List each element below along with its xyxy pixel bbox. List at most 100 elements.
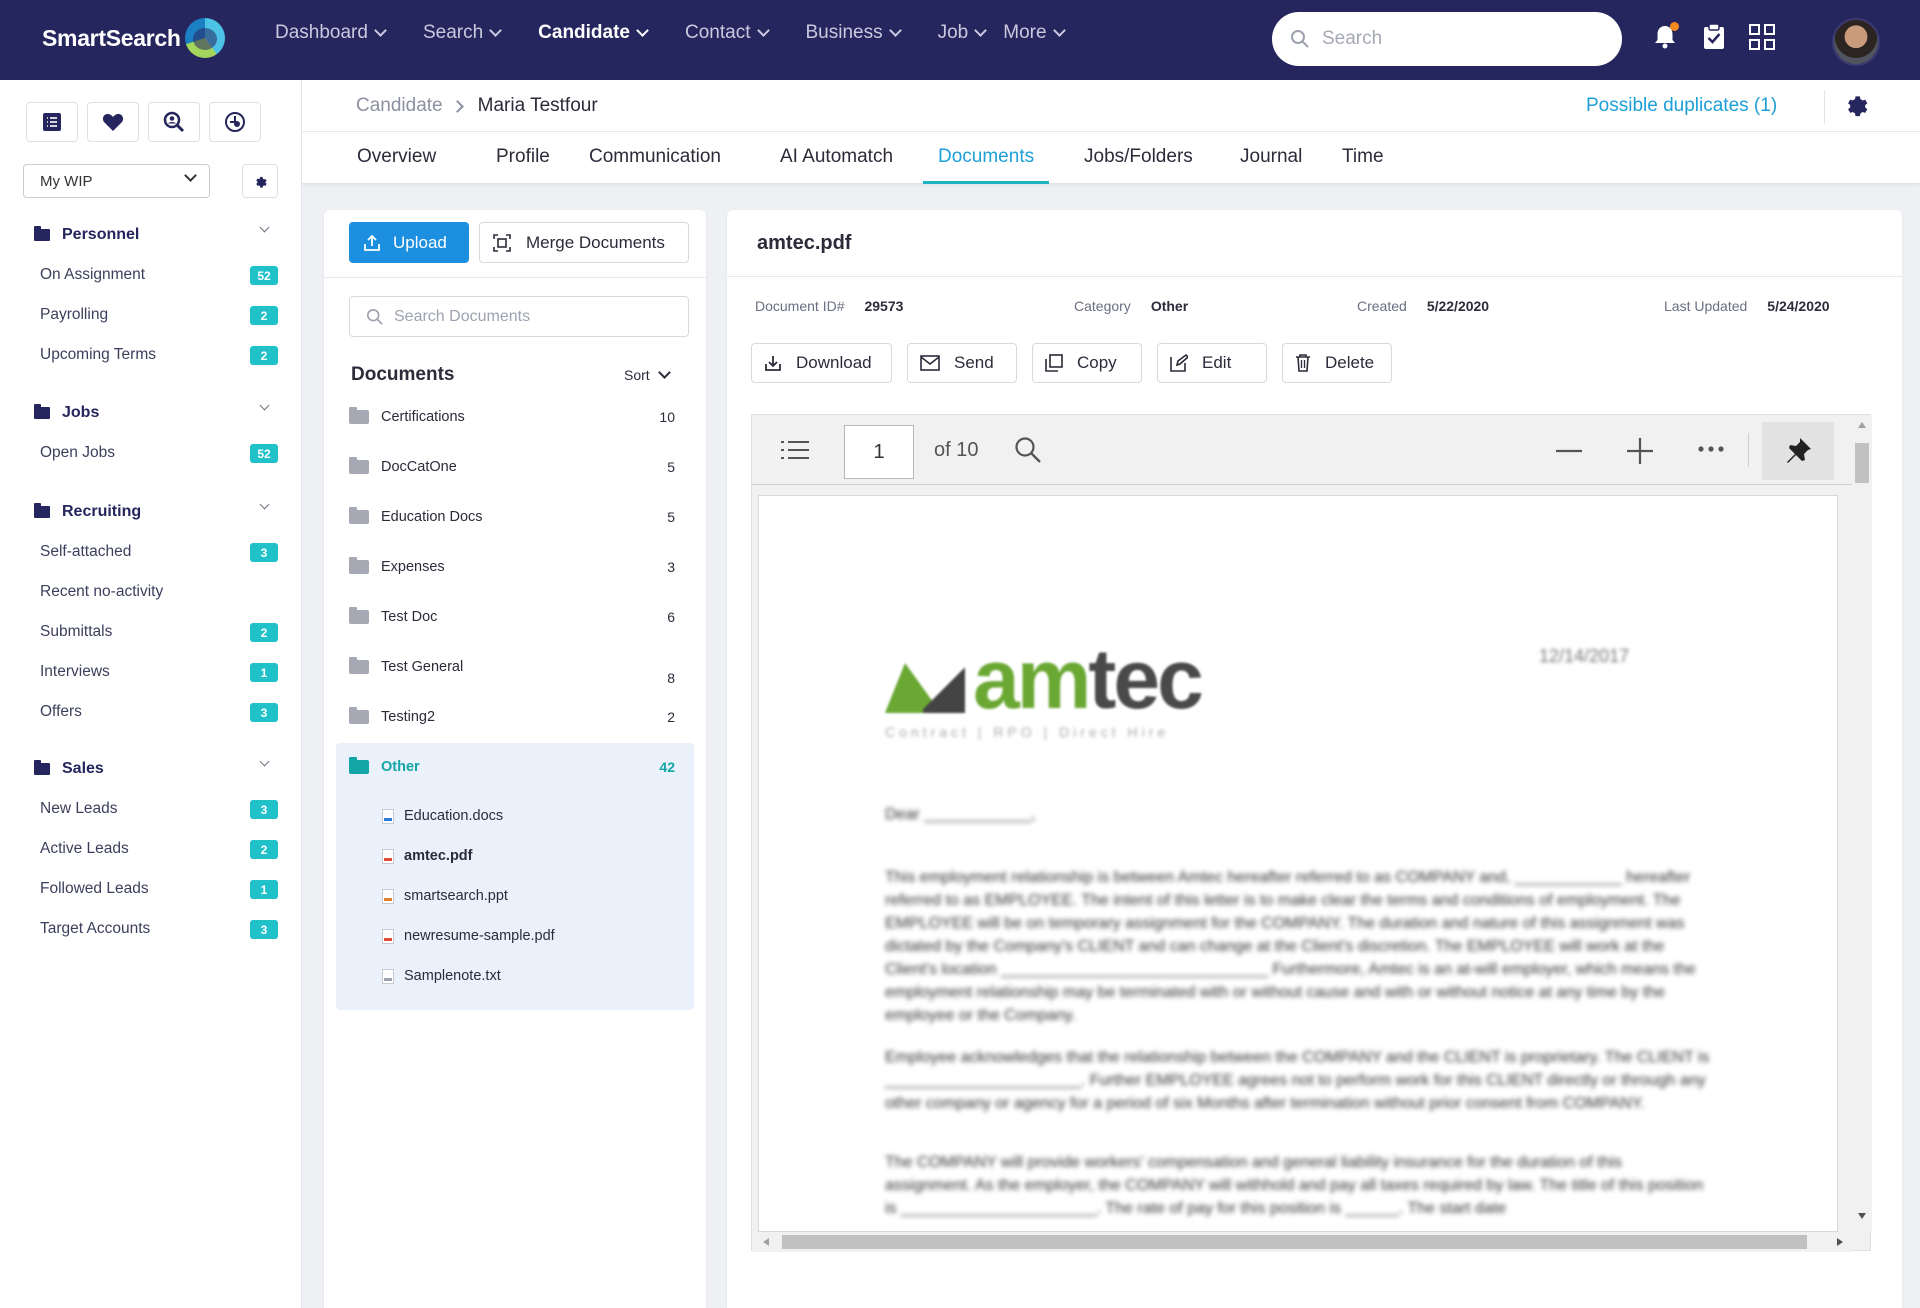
document-search [349, 296, 689, 337]
tab-jobs-folders[interactable]: Jobs/Folders [1084, 146, 1193, 184]
notifications-button[interactable] [1650, 22, 1680, 52]
tab-documents[interactable]: Documents [922, 146, 1050, 184]
nav-job[interactable]: Job [937, 22, 988, 44]
folder-doccatone[interactable]: DocCatOne 5 [349, 447, 689, 487]
document-search-input[interactable] [394, 307, 674, 326]
folder-other[interactable]: Other 42 [349, 747, 689, 787]
folder-expenses[interactable]: Expenses 3 [349, 547, 689, 587]
tab-time[interactable]: Time [1342, 146, 1384, 184]
edit-button[interactable]: Edit [1157, 343, 1267, 383]
list-view-button[interactable] [26, 102, 78, 142]
section-header-jobs[interactable]: Jobs [0, 393, 302, 433]
send-button[interactable]: Send [907, 343, 1017, 383]
scroll-right-arrow-icon[interactable] [1836, 1237, 1844, 1247]
tasks-button[interactable] [1699, 22, 1729, 52]
pdf-viewer: 1 of 10 amtec Contract | RPO | Direct Hi… [751, 414, 1872, 1252]
tab-communication[interactable]: Communication [589, 146, 721, 184]
nav-search[interactable]: Search [423, 22, 503, 44]
section-header-personnel[interactable]: Personnel [0, 215, 302, 255]
page-total: of 10 [934, 439, 979, 461]
page-number-input[interactable]: 1 [844, 425, 914, 479]
gear-icon [1848, 96, 1868, 117]
breadcrumb-bar: Candidate Maria Testfour Possible duplic… [302, 80, 1920, 132]
sidebar-item-offers[interactable]: Offers 3 [0, 692, 302, 732]
outline-list-icon[interactable] [780, 439, 810, 461]
scroll-down-arrow-icon[interactable] [1857, 1212, 1867, 1220]
activity-button[interactable] [209, 102, 261, 142]
copy-button[interactable]: Copy [1032, 343, 1142, 383]
folder-test-doc[interactable]: Test Doc 6 [349, 597, 689, 637]
apps-grid-button[interactable] [1747, 22, 1777, 52]
global-search-input[interactable] [1322, 28, 1582, 50]
wip-select[interactable]: My WIP [23, 164, 210, 198]
people-search-button[interactable] [148, 102, 200, 142]
favorites-button[interactable] [87, 102, 139, 142]
scroll-thumb[interactable] [782, 1235, 1807, 1249]
pin-icon [1787, 438, 1811, 463]
upload-button[interactable]: Upload [349, 222, 469, 263]
scroll-left-arrow-icon[interactable] [762, 1237, 770, 1247]
download-button[interactable]: Download [751, 343, 892, 383]
wip-settings-button[interactable] [242, 164, 278, 198]
scroll-up-arrow-icon[interactable] [1857, 421, 1867, 429]
folder-icon [349, 607, 369, 624]
zoom-out-icon[interactable] [1555, 439, 1583, 463]
sort-button[interactable]: Sort [624, 366, 671, 383]
sidebar-item-label: On Assignment [40, 266, 146, 283]
sidebar-item-label: Payrolling [40, 306, 109, 323]
file-newresume-sample-pdf[interactable]: newresume-sample.pdf [382, 918, 555, 954]
sidebar-item-upcoming-terms[interactable]: Upcoming Terms 2 [0, 335, 302, 375]
folder-test-general[interactable]: Test General 8 [349, 647, 689, 687]
folder-count: 10 [659, 409, 675, 425]
sidebar-item-open-jobs[interactable]: Open Jobs 52 [0, 433, 302, 473]
sidebar-item-target-accounts[interactable]: Target Accounts 3 [0, 909, 302, 949]
horizontal-scrollbar[interactable] [752, 1232, 1852, 1252]
section-title: Recruiting [62, 503, 142, 520]
section-header-sales[interactable]: Sales [0, 749, 302, 789]
scroll-thumb[interactable] [1855, 443, 1869, 483]
pin-toolbar-button[interactable] [1762, 422, 1834, 480]
folder-education-docs[interactable]: Education Docs 5 [349, 497, 689, 537]
section-title: Personnel [62, 226, 140, 243]
file-name: Education.docs [404, 808, 504, 824]
sidebar-item-interviews[interactable]: Interviews 1 [0, 652, 302, 692]
sidebar-item-recent-no-activity[interactable]: Recent no-activity [0, 572, 302, 612]
nav-candidate[interactable]: Candidate [538, 22, 649, 44]
tab-ai-automatch[interactable]: AI Automatch [780, 146, 893, 184]
merge-documents-button[interactable]: Merge Documents [479, 222, 689, 263]
sidebar-item-payrolling[interactable]: Payrolling 2 [0, 295, 302, 335]
file-education-docs[interactable]: Education.docs [382, 798, 503, 834]
delete-button[interactable]: Delete [1282, 343, 1392, 383]
record-settings-button[interactable] [1842, 92, 1872, 122]
file-samplenote-txt[interactable]: Samplenote.txt [382, 958, 501, 994]
nav-dashboard[interactable]: Dashboard [275, 22, 387, 44]
file-smartsearch-ppt[interactable]: smartsearch.ppt [382, 878, 508, 914]
vertical-scrollbar[interactable] [1852, 415, 1872, 1232]
nav-label: Job [937, 22, 969, 43]
nav-business[interactable]: Business [806, 22, 902, 44]
folder-testing2[interactable]: Testing2 2 [349, 697, 689, 737]
tab-journal[interactable]: Journal [1240, 146, 1302, 184]
breadcrumb-parent[interactable]: Candidate [356, 95, 443, 117]
nav-contact[interactable]: Contact [685, 22, 770, 44]
search-icon[interactable] [1014, 436, 1042, 464]
brand-logo[interactable]: SmartSearch [42, 18, 225, 58]
sidebar-item-self-attached[interactable]: Self-attached 3 [0, 532, 302, 572]
file-amtec-pdf[interactable]: amtec.pdf [382, 838, 473, 874]
tab-profile[interactable]: Profile [496, 146, 550, 184]
sidebar-item-active-leads[interactable]: Active Leads 2 [0, 829, 302, 869]
zoom-in-icon[interactable] [1626, 437, 1654, 465]
tab-overview[interactable]: Overview [357, 146, 436, 184]
section-header-recruiting[interactable]: Recruiting [0, 492, 302, 532]
search-icon [366, 308, 383, 325]
sidebar-item-submittals[interactable]: Submittals 2 [0, 612, 302, 652]
user-avatar[interactable] [1832, 18, 1880, 66]
letter-paragraph: The COMPANY will provide workers' compen… [885, 1154, 1704, 1217]
sidebar-item-on-assignment[interactable]: On Assignment 52 [0, 255, 302, 295]
more-options-icon[interactable] [1697, 445, 1725, 453]
sidebar-item-new-leads[interactable]: New Leads 3 [0, 789, 302, 829]
nav-more[interactable]: More [1003, 22, 1066, 44]
folder-certifications[interactable]: Certifications 10 [349, 397, 689, 437]
sidebar-item-followed-leads[interactable]: Followed Leads 1 [0, 869, 302, 909]
possible-duplicates-link[interactable]: Possible duplicates (1) [1586, 95, 1777, 117]
